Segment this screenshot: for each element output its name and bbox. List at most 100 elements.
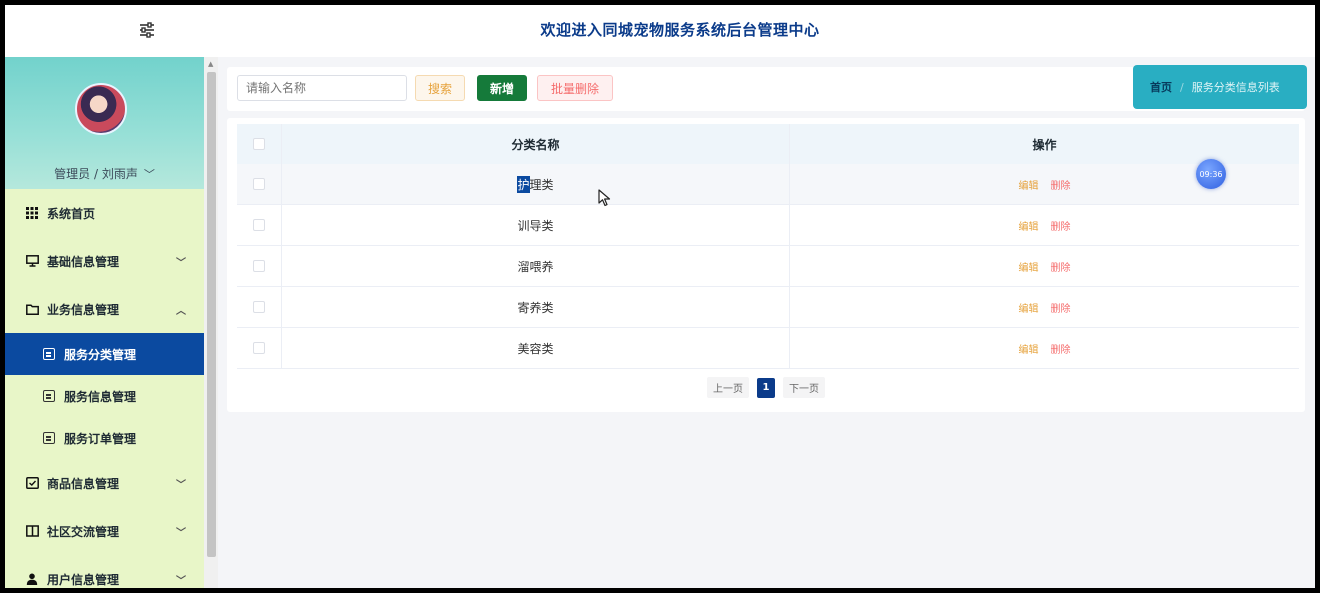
delete-button[interactable]: 删除 <box>1051 259 1071 274</box>
search-button[interactable]: 搜索 <box>415 75 465 101</box>
sidebar-subitem-service-category[interactable]: 服务分类管理 <box>5 333 204 375</box>
avatar[interactable] <box>75 83 127 135</box>
row-actions: 编辑 删除 <box>790 259 1299 274</box>
app-window: 欢迎进入同城宠物服务系统后台管理中心 管理员 / 刘雨声 ﹀ 系统首页 基础信息管… <box>5 5 1315 588</box>
header-name: 分类名称 <box>282 124 790 164</box>
breadcrumb-home[interactable]: 首页 <box>1150 79 1172 95</box>
table-row: 溜喂养 编辑 删除 <box>237 246 1299 287</box>
sidebar: 管理员 / 刘雨声 ﹀ 系统首页 基础信息管理 ﹀ 业务信息管理 ︿ 服务分类管… <box>5 57 204 588</box>
row-checkbox[interactable] <box>253 342 265 354</box>
sidebar-item-community[interactable]: 社区交流管理 ﹀ <box>5 507 204 555</box>
row-check-cell <box>237 205 282 245</box>
sidebar-subitem-label: 服务分类管理 <box>64 347 137 362</box>
folder-check-icon <box>25 476 39 490</box>
delete-button[interactable]: 删除 <box>1051 300 1071 315</box>
breadcrumb-separator: / <box>1180 80 1184 94</box>
edit-button[interactable]: 编辑 <box>1019 218 1039 233</box>
document-icon <box>43 390 55 402</box>
select-all-cell <box>237 124 282 164</box>
edit-button[interactable]: 编辑 <box>1019 341 1039 356</box>
sidebar-nav: 系统首页 基础信息管理 ﹀ 业务信息管理 ︿ 服务分类管理 服务信息管理 服务订… <box>5 189 204 588</box>
breadcrumb-current: 服务分类信息列表 <box>1191 81 1280 94</box>
delete-button[interactable]: 删除 <box>1051 218 1071 233</box>
row-checkbox[interactable] <box>253 301 265 313</box>
table-row: 训导类 编辑 删除 <box>237 205 1299 246</box>
document-icon <box>43 348 55 360</box>
book-icon <box>25 524 39 538</box>
scrollbar-thumb[interactable] <box>207 72 216 557</box>
row-name-rest: 理类 <box>529 177 554 192</box>
chevron-down-icon: ﹀ <box>176 576 186 587</box>
monitor-icon <box>25 254 39 268</box>
prev-page-button[interactable]: 上一页 <box>707 377 749 398</box>
row-actions: 编辑 删除 <box>790 218 1299 233</box>
row-check-cell <box>237 246 282 286</box>
edit-button[interactable]: 编辑 <box>1019 259 1039 274</box>
user-icon <box>25 572 39 586</box>
edit-button[interactable]: 编辑 <box>1019 177 1039 192</box>
next-page-button[interactable]: 下一页 <box>783 377 825 398</box>
user-label: 管理员 / 刘雨声 <box>54 167 138 181</box>
chevron-down-icon: ﹀ <box>143 168 155 181</box>
add-button[interactable]: 新增 <box>477 75 527 101</box>
row-name: 溜喂养 <box>282 246 790 286</box>
sidebar-item-label: 用户信息管理 <box>47 572 120 587</box>
sidebar-item-goods-info[interactable]: 商品信息管理 ﹀ <box>5 459 204 507</box>
row-check-cell <box>237 164 282 204</box>
mouse-cursor-icon <box>598 189 611 207</box>
folder-icon <box>25 302 39 316</box>
row-checkbox[interactable] <box>253 178 265 190</box>
batch-delete-button[interactable]: 批量删除 <box>537 75 613 101</box>
sidebar-subitem-service-order[interactable]: 服务订单管理 <box>5 417 204 459</box>
delete-button[interactable]: 删除 <box>1051 177 1071 192</box>
top-header: 欢迎进入同城宠物服务系统后台管理中心 <box>5 5 1315 57</box>
sidebar-subitem-service-info[interactable]: 服务信息管理 <box>5 375 204 417</box>
sidebar-item-business-info[interactable]: 业务信息管理 ︿ <box>5 285 204 333</box>
sidebar-item-label: 系统首页 <box>47 206 96 221</box>
table-row: 寄养类 编辑 删除 <box>237 287 1299 328</box>
current-page-button[interactable]: 1 <box>757 377 775 398</box>
table-card: 分类名称 操作 护理类 编辑 删除 训导类 编辑 删除 溜喂养 编辑 删除 寄养… <box>227 118 1305 412</box>
breadcrumb: 首页 / 服务分类信息列表 <box>1133 65 1307 109</box>
sidebar-item-basic-info[interactable]: 基础信息管理 ﹀ <box>5 237 204 285</box>
chevron-down-icon: ﹀ <box>176 528 186 539</box>
table-row: 美容类 编辑 删除 <box>237 328 1299 369</box>
chevron-up-icon: ︿ <box>176 306 186 317</box>
row-actions: 编辑 删除 <box>790 300 1299 315</box>
edit-button[interactable]: 编辑 <box>1019 300 1039 315</box>
row-checkbox[interactable] <box>253 219 265 231</box>
sidebar-subitem-label: 服务信息管理 <box>64 389 137 404</box>
sidebar-subitem-label: 服务订单管理 <box>64 431 137 446</box>
search-input[interactable] <box>237 75 407 101</box>
chevron-down-icon: ﹀ <box>176 258 186 269</box>
row-checkbox[interactable] <box>253 260 265 272</box>
sidebar-item-home[interactable]: 系统首页 <box>5 189 204 237</box>
row-check-cell <box>237 287 282 327</box>
chevron-down-icon: ﹀ <box>176 480 186 491</box>
grid-icon <box>25 206 39 220</box>
time-badge[interactable]: 09:36 <box>1196 159 1226 189</box>
sidebar-item-label: 业务信息管理 <box>47 302 120 317</box>
header-actions: 操作 <box>1032 137 1057 152</box>
user-menu[interactable]: 管理员 / 刘雨声 ﹀ <box>5 165 204 182</box>
page-title: 欢迎进入同城宠物服务系统后台管理中心 <box>540 21 820 39</box>
scroll-up-arrow-icon[interactable]: ▲ <box>208 60 213 68</box>
pagination: 上一页 1 下一页 <box>227 377 1305 398</box>
row-check-cell <box>237 328 282 368</box>
sidebar-item-label: 社区交流管理 <box>47 524 120 539</box>
table-header: 分类名称 操作 <box>237 124 1299 164</box>
row-name: 寄养类 <box>282 287 790 327</box>
sidebar-item-label: 基础信息管理 <box>47 254 120 269</box>
row-actions: 编辑 删除 <box>790 341 1299 356</box>
sidebar-item-label: 商品信息管理 <box>47 476 120 491</box>
select-all-checkbox[interactable] <box>253 138 265 150</box>
row-name: 护理类 <box>282 164 790 204</box>
selected-text: 护 <box>517 175 530 193</box>
table-row: 护理类 编辑 删除 <box>237 164 1299 205</box>
delete-button[interactable]: 删除 <box>1051 341 1071 356</box>
sidebar-item-user-info[interactable]: 用户信息管理 ﹀ <box>5 555 204 588</box>
row-name: 美容类 <box>282 328 790 368</box>
profile-panel: 管理员 / 刘雨声 ﹀ <box>5 57 204 189</box>
document-icon <box>43 432 55 444</box>
row-name: 训导类 <box>282 205 790 245</box>
